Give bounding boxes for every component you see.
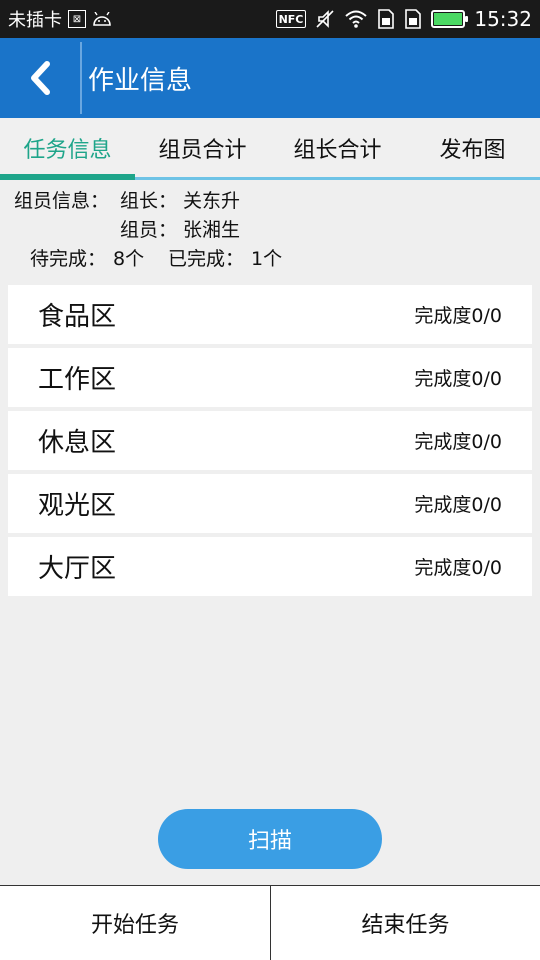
- back-button[interactable]: [0, 38, 80, 118]
- end-task-button[interactable]: 结束任务: [270, 886, 540, 960]
- zone-item-rest[interactable]: 休息区 完成度0/0: [8, 411, 532, 470]
- done-label: 已完成：: [168, 248, 245, 270]
- tab-task-info[interactable]: 任务信息: [0, 118, 135, 180]
- title-bar: 作业信息: [0, 38, 540, 118]
- sim-icon: ⊠: [68, 10, 86, 28]
- bottom-bar: 开始任务 结束任务: [0, 885, 540, 960]
- nfc-icon: NFC: [275, 10, 307, 28]
- page-title: 作业信息: [88, 65, 193, 96]
- zone-progress: 完成度0/0: [414, 494, 502, 516]
- battery-fill: [434, 13, 463, 25]
- pending-label: 待完成：: [30, 248, 107, 270]
- tab-leader-summary[interactable]: 组长合计: [270, 118, 405, 177]
- zone-item-sightseeing[interactable]: 观光区 完成度0/0: [8, 474, 532, 533]
- status-right: NFC 15:32: [275, 7, 532, 31]
- status-left: 未插卡 ⊠: [8, 6, 112, 32]
- zone-name: 休息区: [38, 428, 117, 458]
- status-bar: 未插卡 ⊠ NFC 15:32: [0, 0, 540, 38]
- android-icon: [92, 12, 112, 26]
- sim-slot-2-icon: [404, 9, 422, 29]
- zone-progress: 完成度0/0: [414, 368, 502, 390]
- battery-icon: [431, 10, 469, 28]
- member-info: 组员信息： 组长： 关东升 组员： 张湘生 待完成： 8个 已完成： 1个: [0, 182, 540, 284]
- zone-progress: 完成度0/0: [414, 305, 502, 327]
- chevron-left-icon: [31, 61, 50, 95]
- zone-item-work[interactable]: 工作区 完成度0/0: [8, 348, 532, 407]
- done-count: 1个: [251, 248, 283, 270]
- zone-name: 观光区: [38, 491, 117, 521]
- zone-name: 工作区: [38, 365, 117, 395]
- members-label: 组员信息：: [14, 190, 110, 212]
- zone-item-food[interactable]: 食品区 完成度0/0: [8, 285, 532, 344]
- mute-icon: [315, 9, 335, 29]
- member-label: 组员：: [120, 219, 178, 241]
- member-name: 张湘生: [183, 219, 241, 241]
- tab-bar: 任务信息 组员合计 组长合计 发布图: [0, 118, 540, 180]
- tab-member-summary[interactable]: 组员合计: [135, 118, 270, 177]
- wifi-icon: [344, 9, 368, 29]
- zone-name: 大厅区: [38, 554, 117, 584]
- carrier-text: 未插卡: [8, 10, 62, 31]
- leader-name: 关东升: [183, 190, 241, 212]
- zone-list: 食品区 完成度0/0 工作区 完成度0/0 休息区 完成度0/0 观光区 完成度…: [8, 285, 532, 600]
- zone-progress: 完成度0/0: [414, 557, 502, 579]
- sim-slot-1-icon: [377, 9, 395, 29]
- status-time: 15:32: [474, 7, 532, 31]
- scan-button[interactable]: 扫描: [158, 809, 382, 869]
- leader-label: 组长：: [120, 190, 178, 212]
- start-task-button[interactable]: 开始任务: [0, 886, 270, 960]
- pending-count: 8个: [113, 248, 145, 270]
- zone-item-lobby[interactable]: 大厅区 完成度0/0: [8, 537, 532, 596]
- tab-publish-map[interactable]: 发布图: [405, 118, 540, 177]
- zone-name: 食品区: [38, 302, 117, 332]
- zone-progress: 完成度0/0: [414, 431, 502, 453]
